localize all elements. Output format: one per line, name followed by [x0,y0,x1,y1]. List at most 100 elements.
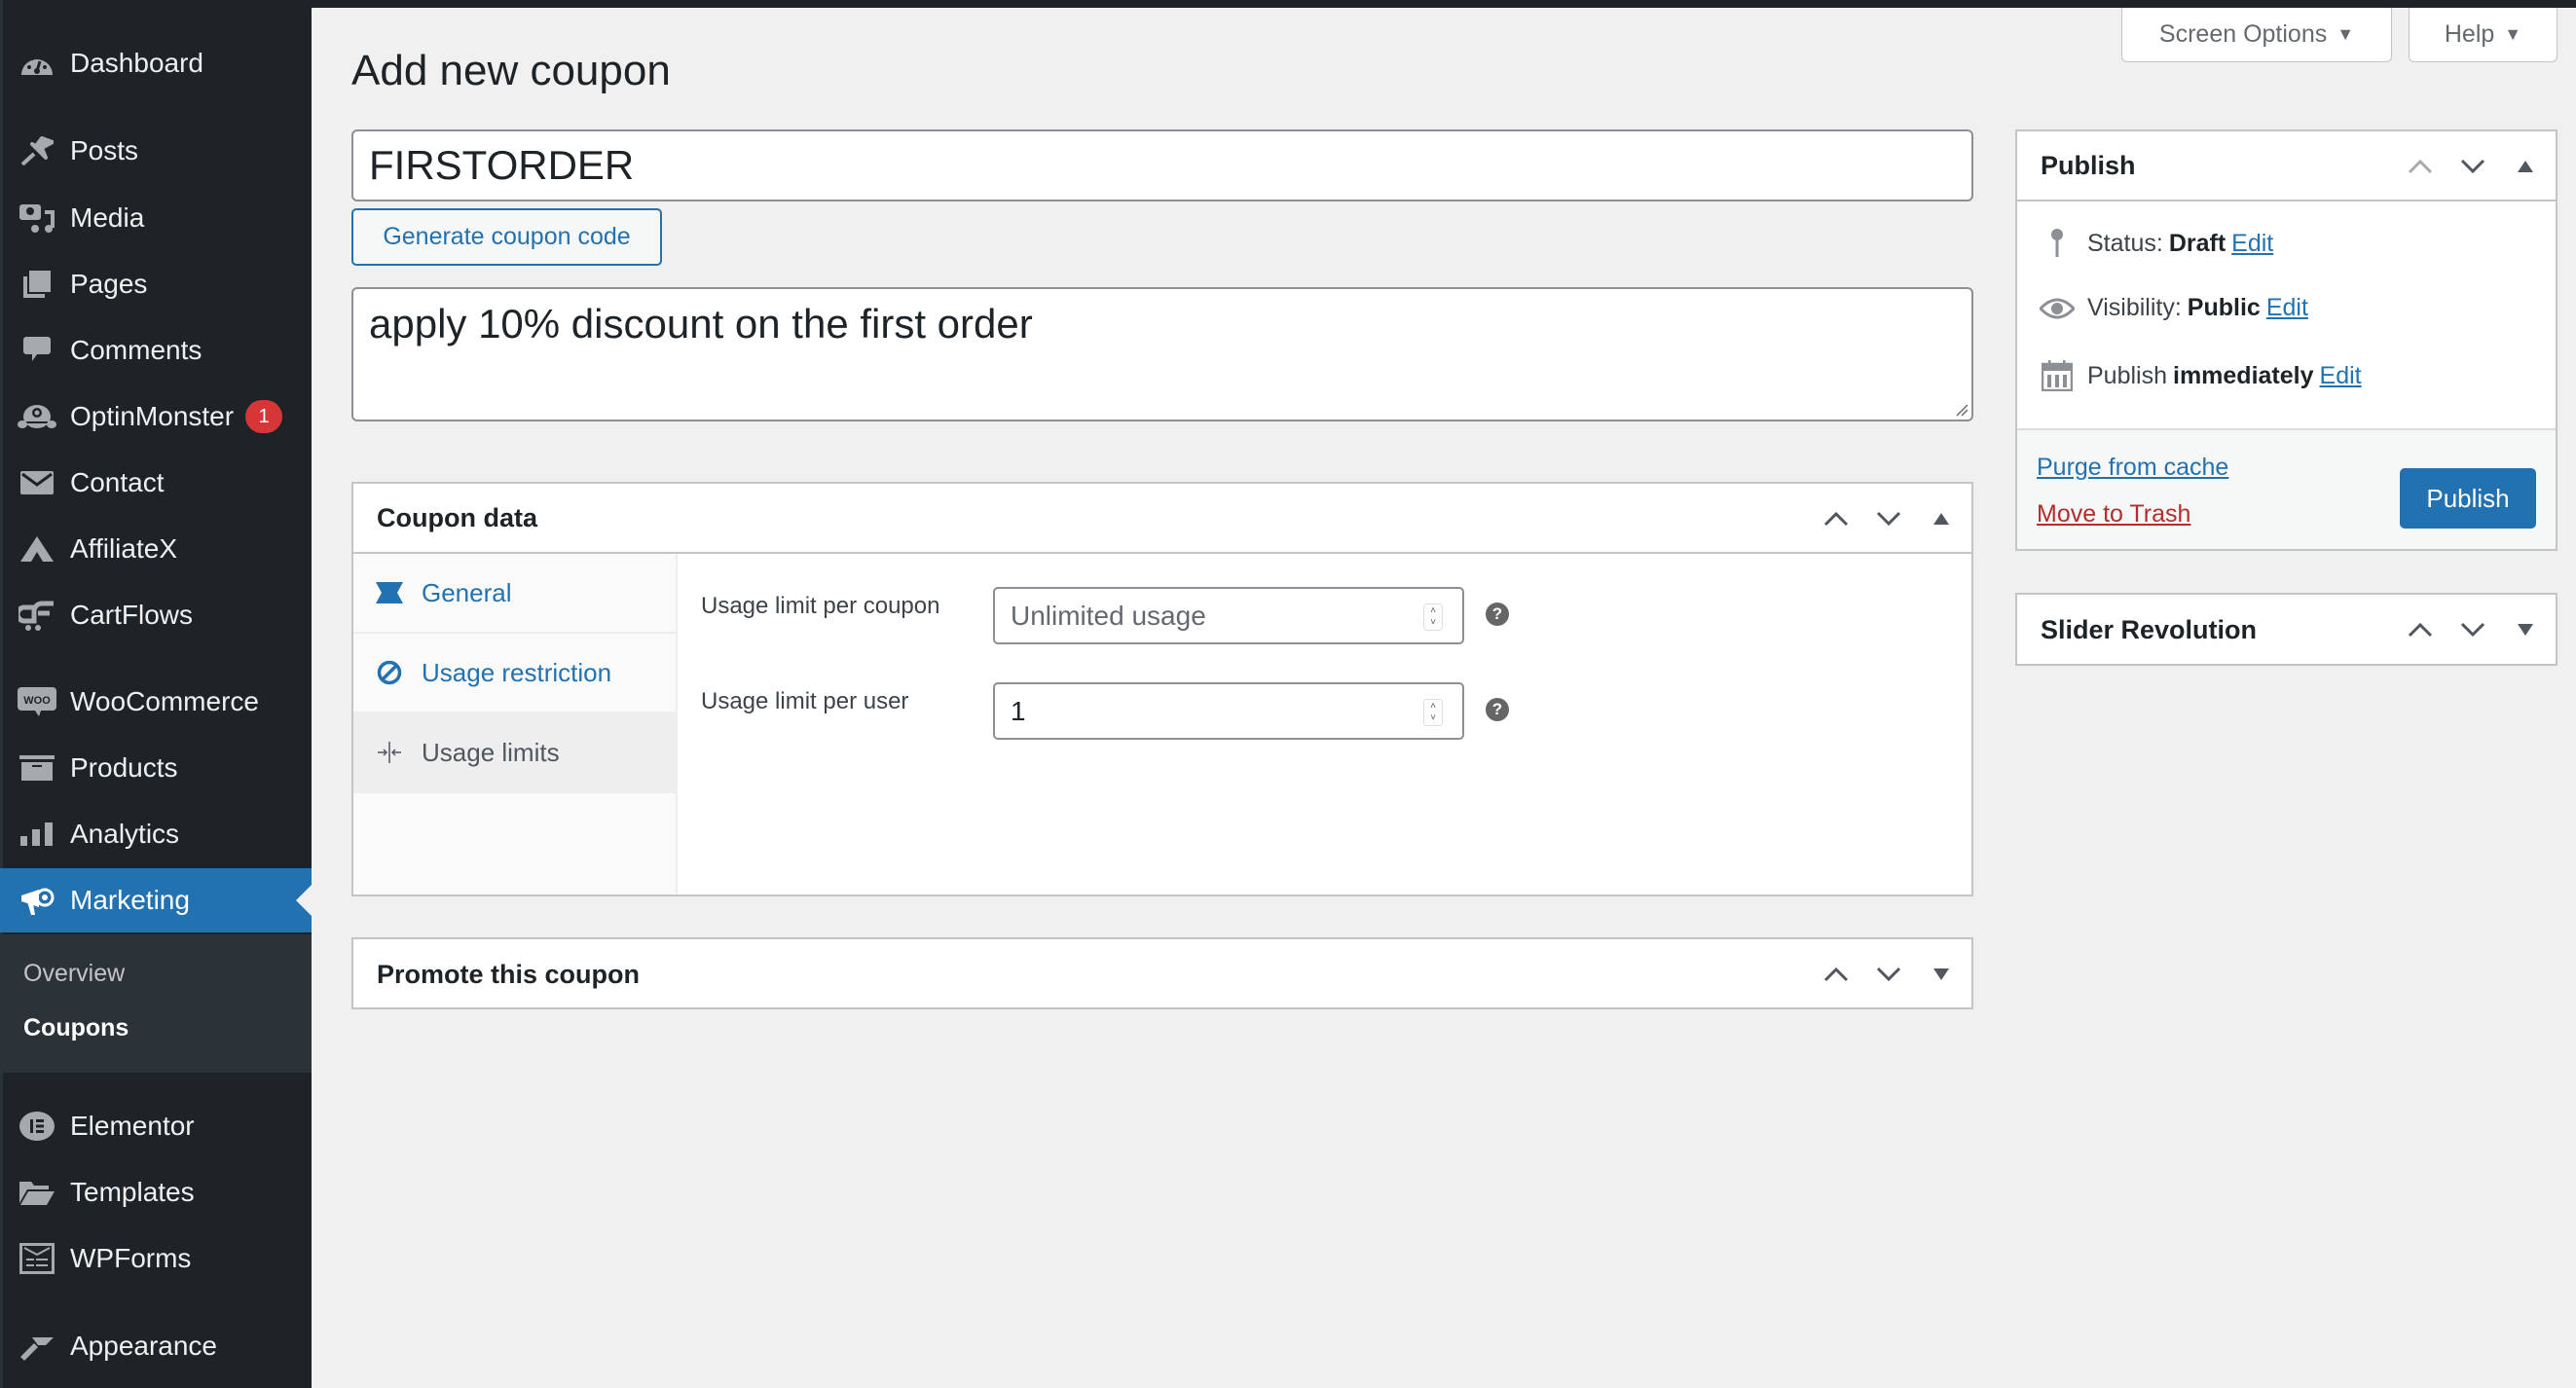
move-down-icon[interactable] [1872,958,1905,991]
usage-limit-per-user-label: Usage limit per user [701,688,909,714]
expand-toggle-icon[interactable] [1925,958,1958,991]
move-up-icon[interactable] [1820,502,1853,535]
publish-panel: Publish Status: Draft Edit Visibility: P… [2015,129,2558,551]
publish-date-value: immediately [2173,361,2314,389]
move-up-icon[interactable] [2404,150,2437,183]
tab-usage-restriction[interactable]: Usage restriction [353,634,676,713]
sidebar-item-analytics[interactable]: Analytics [0,802,312,866]
archive-icon [0,755,70,781]
sidebar-item-label: Appearance [70,1331,218,1361]
move-up-icon[interactable] [2404,613,2437,646]
publish-date-label: Publish [2087,361,2167,389]
sidebar-item-label: Products [70,752,178,783]
status-row: Status: Draft Edit [2037,228,2273,259]
publish-actions: Purge from cache Move to Trash Publish [2017,428,2556,549]
sidebar-item-label: WPForms [70,1243,192,1273]
sidebar-item-templates[interactable]: Templates [0,1160,312,1224]
sidebar-item-label: Comments [70,335,202,365]
sidebar-item-woocommerce[interactable]: WOO WooCommerce [0,670,312,734]
notification-badge: 1 [245,400,283,433]
calendar-icon [2037,360,2078,391]
help-label: Help [2444,20,2495,48]
wpforms-icon [0,1243,70,1274]
resize-handle-icon[interactable] [1955,403,1969,417]
megaphone-icon [0,886,70,915]
sidebar-item-label: Analytics [70,819,180,849]
sidebar-item-appearance[interactable]: Appearance [0,1314,312,1378]
caret-down-icon: ▼ [2337,24,2355,44]
screen-options-button[interactable]: Screen Options ▼ [2121,8,2392,62]
generate-coupon-code-button[interactable]: Generate coupon code [351,208,662,266]
elementor-icon [0,1111,70,1142]
sidebar-item-affiliatex[interactable]: AffiliateX [0,517,312,581]
number-spinner-icon[interactable]: ˄ ˅ [1423,603,1443,631]
dashboard-icon [0,50,70,77]
admin-sidebar: Dashboard Posts Media Pages Comments Opt… [0,0,312,1388]
panel-controls [2404,595,2542,665]
tab-usage-limits[interactable]: Usage limits [353,713,676,793]
media-icon [0,202,70,234]
expand-toggle-icon[interactable] [2509,613,2542,646]
panel-controls [2404,131,2542,201]
sidebar-item-pages[interactable]: Pages [0,252,312,316]
usage-limit-per-user-value: 1 [1011,695,1026,726]
sidebar-item-label: Templates [70,1177,195,1207]
edit-visibility-link[interactable]: Edit [2266,294,2308,322]
coupon-data-title: Coupon data [377,502,537,532]
sidebar-item-label: Contact [70,467,165,497]
usage-limit-per-coupon-input[interactable]: Unlimited usage ˄ ˅ [993,587,1464,644]
move-down-icon[interactable] [2456,150,2489,183]
slider-revolution-panel: Slider Revolution [2015,593,2558,666]
usage-limit-per-user-input[interactable]: 1 ˄ ˅ [993,682,1464,740]
coupon-description-value: apply 10% discount on the first order [369,301,1033,347]
move-down-icon[interactable] [2456,613,2489,646]
coupon-description-textarea[interactable]: apply 10% discount on the first order [351,287,1973,421]
sidebar-item-media[interactable]: Media [0,186,312,250]
eye-icon [2037,297,2078,320]
affiliatex-icon [0,536,70,562]
sidebar-item-dashboard[interactable]: Dashboard [0,31,312,95]
visibility-value: Public [2187,294,2261,321]
promote-coupon-header[interactable]: Promote this coupon [353,939,1971,1009]
sidebar-item-posts[interactable]: Posts [0,119,312,183]
coupon-code-input[interactable]: FIRSTORDER [351,129,1973,201]
paintbrush-icon [0,1332,70,1361]
status-label: Status: [2087,229,2163,257]
panel-controls [1820,484,1958,554]
edit-status-link[interactable]: Edit [2231,230,2273,258]
help-tip-icon[interactable]: ? [1486,603,1509,626]
sidebar-item-elementor[interactable]: Elementor [0,1094,312,1158]
sidebar-item-products[interactable]: Products [0,736,312,800]
help-button[interactable]: Help ▼ [2409,8,2558,62]
publish-title: Publish [2041,150,2136,180]
submenu-item-overview[interactable]: Overview [23,960,125,988]
pin-icon [2037,228,2078,259]
sidebar-item-marketing[interactable]: Marketing [0,868,312,932]
purge-cache-link[interactable]: Purge from cache [2037,454,2228,482]
sidebar-item-label: Posts [70,135,139,165]
collapse-toggle-icon[interactable] [1925,502,1958,535]
tab-label: General [422,577,512,607]
submenu-item-coupons[interactable]: Coupons [23,1014,129,1042]
tab-general[interactable]: General [353,554,676,634]
publish-button[interactable]: Publish [2400,468,2536,529]
sidebar-item-label: WooCommerce [70,686,259,716]
sidebar-item-contact[interactable]: Contact [0,451,312,515]
sidebar-item-wpforms[interactable]: WPForms [0,1226,312,1291]
edit-publish-date-link[interactable]: Edit [2320,362,2362,390]
move-to-trash-link[interactable]: Move to Trash [2037,500,2190,529]
sidebar-item-comments[interactable]: Comments [0,318,312,383]
collapse-toggle-icon[interactable] [2509,150,2542,183]
number-spinner-icon[interactable]: ˄ ˅ [1423,699,1443,726]
sidebar-item-cartflows[interactable]: CartFlows [0,583,312,647]
sidebar-item-label: Dashboard [70,48,203,78]
help-tip-icon[interactable]: ? [1486,698,1509,721]
usage-limit-per-coupon-placeholder: Unlimited usage [1011,600,1206,631]
move-up-icon[interactable] [1820,958,1853,991]
move-down-icon[interactable] [1872,502,1905,535]
sidebar-item-optinmonster[interactable]: OptinMonster 1 [0,384,312,449]
sidebar-item-label: CartFlows [70,600,194,630]
coupon-data-panel: Coupon data General Usage restriction Us… [351,482,1973,896]
folder-icon [0,1180,70,1205]
bar-chart-icon [0,822,70,846]
